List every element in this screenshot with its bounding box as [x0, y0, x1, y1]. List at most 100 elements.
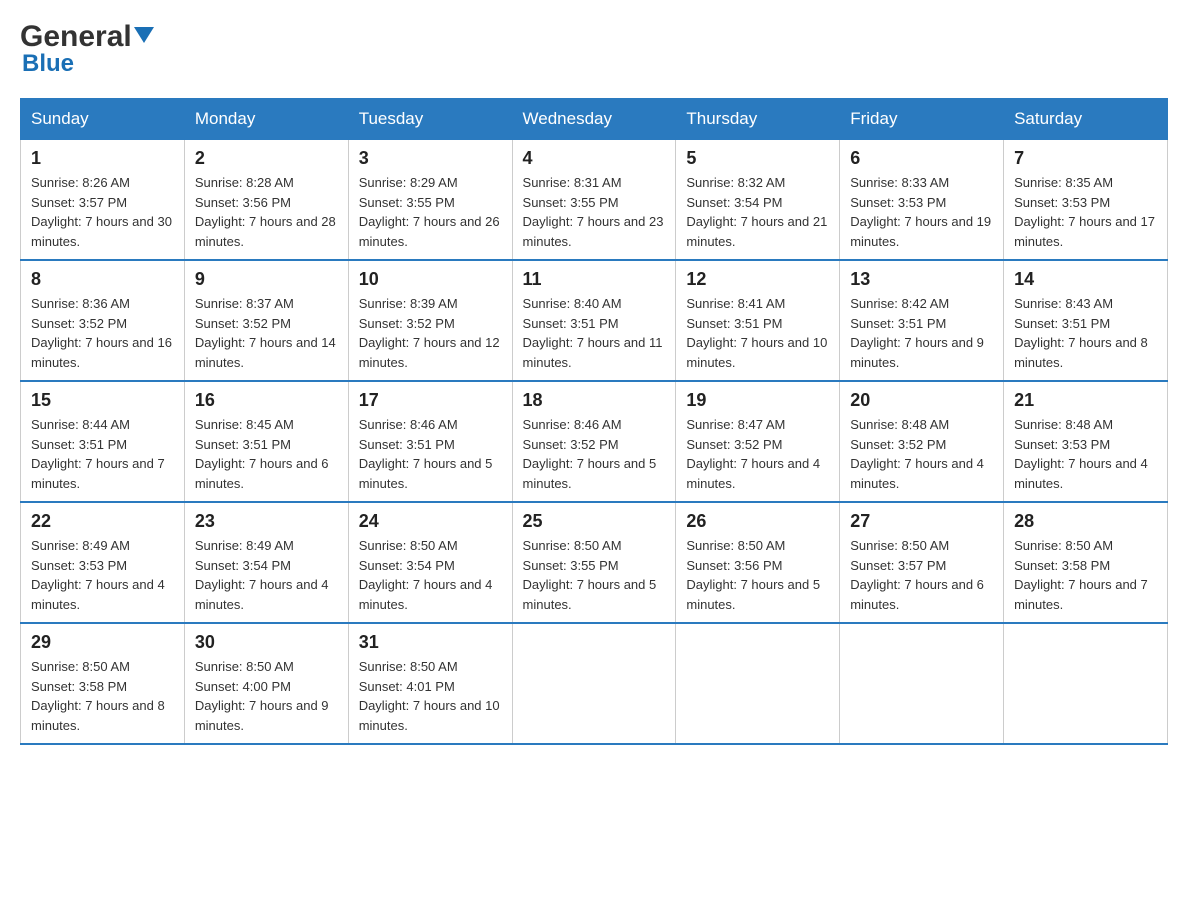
day-info: Sunrise: 8:50 AMSunset: 4:00 PMDaylight:…	[195, 657, 338, 735]
day-cell: 12 Sunrise: 8:41 AMSunset: 3:51 PMDayligh…	[676, 260, 840, 381]
day-info: Sunrise: 8:37 AMSunset: 3:52 PMDaylight:…	[195, 294, 338, 372]
week-row-5: 29 Sunrise: 8:50 AMSunset: 3:58 PMDayligh…	[21, 623, 1168, 744]
day-info: Sunrise: 8:50 AMSunset: 3:57 PMDaylight:…	[850, 536, 993, 614]
day-number: 10	[359, 269, 502, 290]
day-number: 8	[31, 269, 174, 290]
day-info: Sunrise: 8:41 AMSunset: 3:51 PMDaylight:…	[686, 294, 829, 372]
day-info: Sunrise: 8:39 AMSunset: 3:52 PMDaylight:…	[359, 294, 502, 372]
day-info: Sunrise: 8:46 AMSunset: 3:51 PMDaylight:…	[359, 415, 502, 493]
logo-blue-text: Blue	[22, 50, 74, 78]
day-info: Sunrise: 8:26 AMSunset: 3:57 PMDaylight:…	[31, 173, 174, 251]
day-number: 7	[1014, 148, 1157, 169]
day-cell: 10 Sunrise: 8:39 AMSunset: 3:52 PMDayligh…	[348, 260, 512, 381]
day-number: 9	[195, 269, 338, 290]
day-cell: 8 Sunrise: 8:36 AMSunset: 3:52 PMDaylight…	[21, 260, 185, 381]
day-number: 28	[1014, 511, 1157, 532]
day-cell: 25 Sunrise: 8:50 AMSunset: 3:55 PMDayligh…	[512, 502, 676, 623]
day-cell: 30 Sunrise: 8:50 AMSunset: 4:00 PMDayligh…	[184, 623, 348, 744]
day-cell: 13 Sunrise: 8:42 AMSunset: 3:51 PMDayligh…	[840, 260, 1004, 381]
day-cell: 28Sunrise: 8:50 AMSunset: 3:58 PMDayligh…	[1004, 502, 1168, 623]
day-cell: 23 Sunrise: 8:49 AMSunset: 3:54 PMDayligh…	[184, 502, 348, 623]
calendar-table: SundayMondayTuesdayWednesdayThursdayFrid…	[20, 98, 1168, 745]
week-row-4: 22 Sunrise: 8:49 AMSunset: 3:53 PMDayligh…	[21, 502, 1168, 623]
logo-general-text: General	[20, 20, 132, 54]
day-number: 19	[686, 390, 829, 411]
day-info: Sunrise: 8:47 AMSunset: 3:52 PMDaylight:…	[686, 415, 829, 493]
logo-arrow-icon	[134, 27, 154, 52]
day-cell: 27 Sunrise: 8:50 AMSunset: 3:57 PMDayligh…	[840, 502, 1004, 623]
day-info: Sunrise: 8:31 AMSunset: 3:55 PMDaylight:…	[523, 173, 666, 251]
day-cell: 20 Sunrise: 8:48 AMSunset: 3:52 PMDayligh…	[840, 381, 1004, 502]
day-number: 22	[31, 511, 174, 532]
day-cell: 29 Sunrise: 8:50 AMSunset: 3:58 PMDayligh…	[21, 623, 185, 744]
day-info: Sunrise: 8:50 AMSunset: 3:58 PMDaylight:…	[31, 657, 174, 735]
day-number: 17	[359, 390, 502, 411]
page-header: General Blue	[20, 20, 1168, 78]
header-saturday: Saturday	[1004, 99, 1168, 140]
day-cell: 2Sunrise: 8:28 AMSunset: 3:56 PMDaylight…	[184, 140, 348, 261]
day-number: 12	[686, 269, 829, 290]
day-info: Sunrise: 8:50 AMSunset: 4:01 PMDaylight:…	[359, 657, 502, 735]
day-number: 15	[31, 390, 174, 411]
day-cell: 15 Sunrise: 8:44 AMSunset: 3:51 PMDayligh…	[21, 381, 185, 502]
header-wednesday: Wednesday	[512, 99, 676, 140]
day-number: 26	[686, 511, 829, 532]
day-info: Sunrise: 8:50 AMSunset: 3:54 PMDaylight:…	[359, 536, 502, 614]
day-info: Sunrise: 8:42 AMSunset: 3:51 PMDaylight:…	[850, 294, 993, 372]
day-cell: 24 Sunrise: 8:50 AMSunset: 3:54 PMDayligh…	[348, 502, 512, 623]
week-row-3: 15 Sunrise: 8:44 AMSunset: 3:51 PMDayligh…	[21, 381, 1168, 502]
header-thursday: Thursday	[676, 99, 840, 140]
day-cell: 22 Sunrise: 8:49 AMSunset: 3:53 PMDayligh…	[21, 502, 185, 623]
day-info: Sunrise: 8:50 AMSunset: 3:56 PMDaylight:…	[686, 536, 829, 614]
day-number: 1	[31, 148, 174, 169]
day-number: 2	[195, 148, 338, 169]
day-cell: 3 Sunrise: 8:29 AMSunset: 3:55 PMDaylight…	[348, 140, 512, 261]
day-number: 13	[850, 269, 993, 290]
day-info: Sunrise: 8:49 AMSunset: 3:53 PMDaylight:…	[31, 536, 174, 614]
day-cell: 5Sunrise: 8:32 AMSunset: 3:54 PMDaylight…	[676, 140, 840, 261]
day-cell: 6 Sunrise: 8:33 AMSunset: 3:53 PMDaylight…	[840, 140, 1004, 261]
header-friday: Friday	[840, 99, 1004, 140]
day-number: 23	[195, 511, 338, 532]
day-info: Sunrise: 8:48 AMSunset: 3:52 PMDaylight:…	[850, 415, 993, 493]
day-info: Sunrise: 8:50 AMSunset: 3:55 PMDaylight:…	[523, 536, 666, 614]
day-info: Sunrise: 8:43 AMSunset: 3:51 PMDaylight:…	[1014, 294, 1157, 372]
day-cell: 16Sunrise: 8:45 AMSunset: 3:51 PMDayligh…	[184, 381, 348, 502]
day-cell: 9 Sunrise: 8:37 AMSunset: 3:52 PMDaylight…	[184, 260, 348, 381]
day-info: Sunrise: 8:36 AMSunset: 3:52 PMDaylight:…	[31, 294, 174, 372]
day-cell: 18Sunrise: 8:46 AMSunset: 3:52 PMDayligh…	[512, 381, 676, 502]
day-info: Sunrise: 8:35 AMSunset: 3:53 PMDaylight:…	[1014, 173, 1157, 251]
day-cell: 19 Sunrise: 8:47 AMSunset: 3:52 PMDayligh…	[676, 381, 840, 502]
day-cell: 11Sunrise: 8:40 AMSunset: 3:51 PMDayligh…	[512, 260, 676, 381]
day-info: Sunrise: 8:33 AMSunset: 3:53 PMDaylight:…	[850, 173, 993, 251]
day-number: 14	[1014, 269, 1157, 290]
day-cell: 26 Sunrise: 8:50 AMSunset: 3:56 PMDayligh…	[676, 502, 840, 623]
day-number: 29	[31, 632, 174, 653]
day-number: 24	[359, 511, 502, 532]
day-number: 16	[195, 390, 338, 411]
day-number: 4	[523, 148, 666, 169]
day-cell: 1 Sunrise: 8:26 AMSunset: 3:57 PMDaylight…	[21, 140, 185, 261]
header-monday: Monday	[184, 99, 348, 140]
day-number: 27	[850, 511, 993, 532]
day-number: 20	[850, 390, 993, 411]
day-number: 6	[850, 148, 993, 169]
day-number: 30	[195, 632, 338, 653]
day-number: 11	[523, 269, 666, 290]
day-cell: 31 Sunrise: 8:50 AMSunset: 4:01 PMDayligh…	[348, 623, 512, 744]
day-cell	[1004, 623, 1168, 744]
day-number: 25	[523, 511, 666, 532]
day-number: 18	[523, 390, 666, 411]
day-info: Sunrise: 8:29 AMSunset: 3:55 PMDaylight:…	[359, 173, 502, 251]
week-row-2: 8 Sunrise: 8:36 AMSunset: 3:52 PMDaylight…	[21, 260, 1168, 381]
day-info: Sunrise: 8:49 AMSunset: 3:54 PMDaylight:…	[195, 536, 338, 614]
day-number: 3	[359, 148, 502, 169]
day-info: Sunrise: 8:48 AMSunset: 3:53 PMDaylight:…	[1014, 415, 1157, 493]
day-cell	[840, 623, 1004, 744]
day-cell: 7 Sunrise: 8:35 AMSunset: 3:53 PMDaylight…	[1004, 140, 1168, 261]
day-number: 31	[359, 632, 502, 653]
day-cell: 21 Sunrise: 8:48 AMSunset: 3:53 PMDayligh…	[1004, 381, 1168, 502]
day-info: Sunrise: 8:44 AMSunset: 3:51 PMDaylight:…	[31, 415, 174, 493]
day-number: 21	[1014, 390, 1157, 411]
day-number: 5	[686, 148, 829, 169]
